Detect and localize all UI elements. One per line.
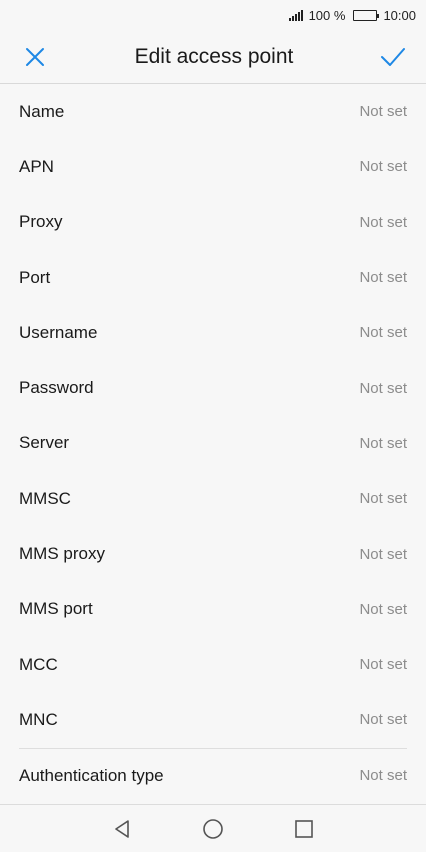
system-nav-bar [0, 804, 426, 852]
field-label: MNC [19, 709, 58, 729]
field-value: Not set [359, 545, 407, 563]
field-value: Not set [359, 600, 407, 618]
field-value: Not set [359, 269, 407, 287]
field-label: MMSC [19, 488, 71, 508]
field-value: Not set [359, 656, 407, 674]
field-password[interactable]: Password Not set [19, 360, 407, 415]
signal-icon [288, 9, 303, 21]
field-value: Not set [359, 158, 407, 176]
home-circle-icon[interactable] [202, 818, 224, 840]
field-label: Server [19, 433, 70, 453]
field-apn[interactable]: APN Not set [19, 139, 407, 194]
field-username[interactable]: Username Not set [19, 305, 407, 360]
back-triangle-icon[interactable] [112, 819, 132, 839]
save-button[interactable] [378, 42, 408, 72]
apn-settings-list: Name Not set APN Not set Proxy Not set P… [0, 84, 426, 803]
field-value: Not set [359, 767, 407, 785]
field-value: Not set [359, 213, 407, 231]
field-mms-proxy[interactable]: MMS proxy Not set [19, 526, 407, 581]
clock: 10:00 [383, 7, 416, 23]
field-proxy[interactable]: Proxy Not set [19, 195, 407, 250]
check-icon [380, 47, 405, 66]
field-label: Authentication type [19, 765, 164, 785]
field-mnc[interactable]: MNC Not set [19, 692, 407, 747]
field-value: Not set [359, 434, 407, 452]
close-icon [26, 47, 44, 66]
battery-icon [353, 9, 380, 21]
page-title: Edit access point [134, 44, 294, 68]
field-mmsc[interactable]: MMSC Not set [19, 471, 407, 526]
field-value: Not set [359, 379, 407, 397]
field-label: APN [19, 156, 54, 176]
field-label: Port [19, 267, 51, 287]
field-label: Username [19, 322, 98, 342]
field-mcc[interactable]: MCC Not set [19, 637, 407, 692]
field-label: MCC [19, 654, 58, 674]
recents-square-icon[interactable] [294, 819, 314, 839]
field-label: MMS proxy [19, 544, 105, 564]
field-server[interactable]: Server Not set [19, 416, 407, 471]
app-bar: Edit access point [0, 30, 426, 84]
field-value: Not set [359, 103, 407, 121]
field-label: MMS port [19, 599, 93, 619]
cancel-button[interactable] [20, 42, 50, 72]
field-name[interactable]: Name Not set [19, 84, 407, 139]
battery-percent: 100 % [308, 7, 346, 23]
field-authentication-type[interactable]: Authentication type Not set [19, 747, 407, 803]
status-bar: 100 % 10:00 [0, 0, 426, 30]
field-label: Password [19, 378, 94, 398]
field-label: Name [19, 101, 65, 121]
field-value: Not set [359, 490, 407, 508]
field-label: Proxy [19, 212, 63, 232]
field-value: Not set [359, 324, 407, 342]
field-value: Not set [359, 711, 407, 729]
field-port[interactable]: Port Not set [19, 250, 407, 305]
field-mms-port[interactable]: MMS port Not set [19, 582, 407, 637]
